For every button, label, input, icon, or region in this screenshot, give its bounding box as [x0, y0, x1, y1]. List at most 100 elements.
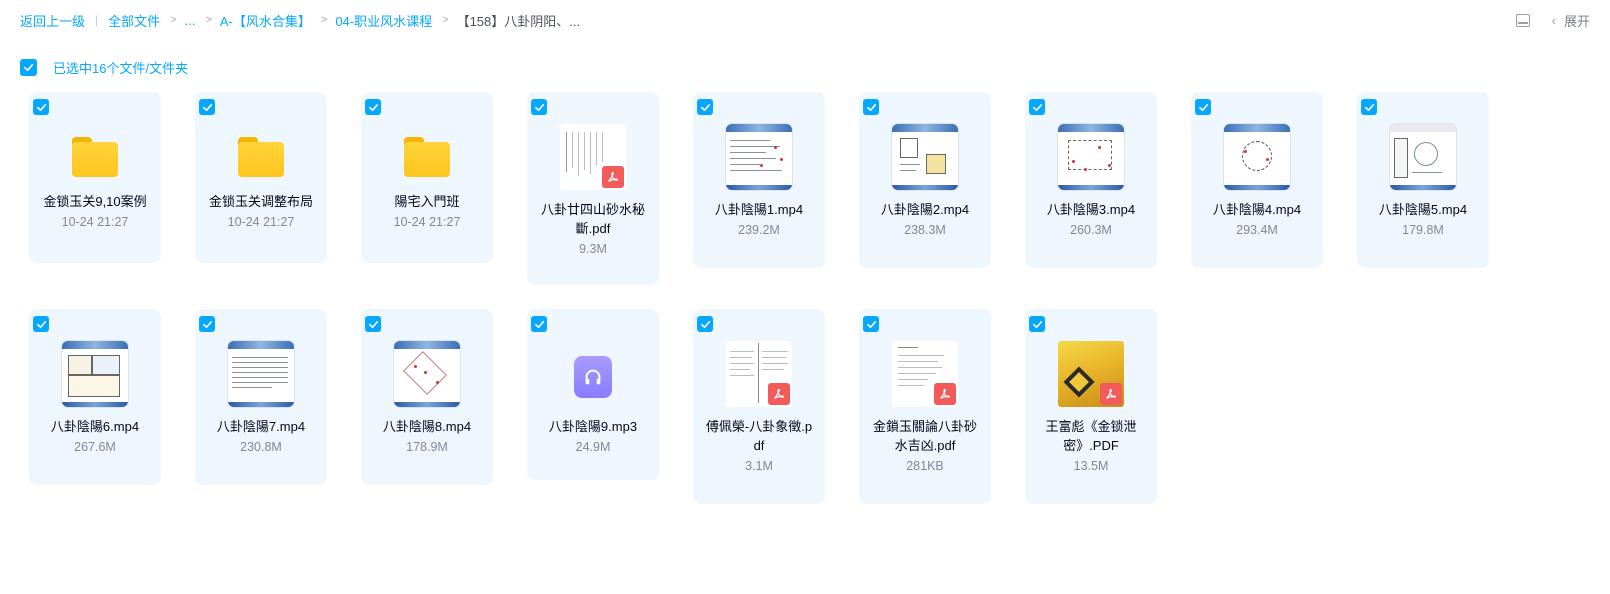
file-name: 八卦陰陽5.mp4: [1378, 202, 1468, 217]
check-icon: [1032, 103, 1042, 111]
expand-button[interactable]: 展开: [1564, 11, 1590, 30]
file-checkbox[interactable]: [1029, 99, 1045, 115]
file-checkbox[interactable]: [531, 316, 547, 332]
video-thumbnail: [890, 122, 960, 192]
pdf-icon: [934, 383, 956, 405]
file-name: 金鎖玉關論八卦砂水吉凶.pdf: [872, 419, 977, 453]
chevron-left-icon[interactable]: ‹: [1552, 13, 1556, 28]
file-card[interactable]: 八卦陰陽4.mp4 293.4M: [1191, 92, 1323, 268]
video-thumbnail: [1056, 122, 1126, 192]
file-checkbox[interactable]: [531, 99, 547, 115]
back-link[interactable]: 返回上一级: [20, 11, 85, 30]
breadcrumb: 返回上一级 | 全部文件 > ... > A-【风水合集】 > 04-职业风水课…: [20, 10, 580, 30]
file-name: 八卦陰陽1.mp4: [714, 202, 804, 217]
file-checkbox[interactable]: [863, 99, 879, 115]
select-all-row: 已选中16个文件/文件夹: [20, 58, 188, 77]
file-name: 陽宅入門班: [394, 194, 460, 209]
file-card[interactable]: 八卦陰陽2.mp4 238.3M: [859, 92, 991, 268]
file-card[interactable]: 金锁玉关调整布局 10-24 21:27: [195, 92, 327, 263]
file-name: 八卦陰陽6.mp4: [50, 419, 140, 434]
breadcrumb-ellipsis[interactable]: ...: [185, 13, 196, 28]
pdf-icon: [602, 166, 624, 188]
file-meta: 267.6M: [74, 440, 116, 454]
pdf-thumbnail: [724, 339, 794, 409]
file-checkbox[interactable]: [863, 316, 879, 332]
file-card[interactable]: 金鎖玉關論八卦砂水吉凶.pdf 281KB: [859, 309, 991, 504]
breadcrumb-all-files[interactable]: 全部文件: [108, 11, 160, 30]
check-icon: [202, 320, 212, 328]
file-name: 八卦陰陽7.mp4: [216, 419, 306, 434]
file-checkbox[interactable]: [33, 316, 49, 332]
file-checkbox[interactable]: [1195, 99, 1211, 115]
check-icon: [368, 320, 378, 328]
check-icon: [36, 320, 46, 328]
file-meta: 9.3M: [579, 242, 607, 256]
headphones-icon: [574, 356, 612, 398]
video-thumbnail: [60, 339, 130, 409]
chevron-right-icon: >: [205, 14, 212, 26]
file-name: 傅佩榮-八卦象徵.pdf: [705, 419, 813, 453]
check-icon: [1032, 320, 1042, 328]
file-name: 八卦陰陽9.mp3: [548, 419, 638, 434]
file-checkbox[interactable]: [33, 99, 49, 115]
file-checkbox[interactable]: [365, 99, 381, 115]
file-name: 王富彪《金锁泄密》.PDF: [1045, 419, 1137, 453]
check-icon: [700, 103, 710, 111]
file-card[interactable]: 八卦陰陽5.mp4 179.8M: [1357, 92, 1489, 268]
file-name: 八卦陰陽3.mp4: [1046, 202, 1136, 217]
file-meta: 281KB: [906, 459, 944, 473]
chevron-right-icon: >: [442, 14, 449, 26]
file-checkbox[interactable]: [1361, 99, 1377, 115]
file-card[interactable]: 八卦陰陽7.mp4 230.8M: [195, 309, 327, 485]
check-icon: [36, 103, 46, 111]
pdf-thumbnail: [558, 122, 628, 192]
file-checkbox[interactable]: [199, 316, 215, 332]
select-all-checkbox[interactable]: [20, 59, 37, 76]
file-name: 金锁玉关调整布局: [208, 194, 313, 209]
file-checkbox[interactable]: [365, 316, 381, 332]
file-checkbox[interactable]: [199, 99, 215, 115]
file-card[interactable]: 八卦陰陽8.mp4 178.9M: [361, 309, 493, 485]
breadcrumb-current: 【158】八卦阴阳、...: [456, 13, 581, 29]
audio-thumbnail: [558, 339, 628, 409]
folder-icon: [226, 132, 296, 182]
breadcrumb-path-2[interactable]: 04-职业风水课程: [335, 11, 432, 30]
check-icon: [24, 63, 34, 72]
file-checkbox[interactable]: [697, 99, 713, 115]
video-thumbnail: [1222, 122, 1292, 192]
file-card[interactable]: 八卦陰陽3.mp4 260.3M: [1025, 92, 1157, 268]
folder-icon: [60, 132, 130, 182]
check-icon: [700, 320, 710, 328]
file-meta: 10-24 21:27: [393, 215, 461, 229]
pdf-thumbnail: [890, 339, 960, 409]
check-icon: [202, 103, 212, 111]
folder-icon: [392, 132, 462, 182]
panel-icon[interactable]: [1515, 13, 1530, 27]
file-card[interactable]: 王富彪《金锁泄密》.PDF 13.5M: [1025, 309, 1157, 504]
file-card[interactable]: 八卦陰陽9.mp3 24.9M: [527, 309, 659, 480]
check-icon: [866, 320, 876, 328]
breadcrumb-divider: |: [95, 13, 99, 27]
video-thumbnail: [226, 339, 296, 409]
file-card[interactable]: 八卦陰陽1.mp4 239.2M: [693, 92, 825, 268]
file-card[interactable]: 八卦陰陽6.mp4 267.6M: [29, 309, 161, 485]
pdf-icon: [768, 383, 790, 405]
file-card[interactable]: 金锁玉关9,10案例 10-24 21:27: [29, 92, 161, 263]
top-right-toolbar: ‹ 展开: [1515, 10, 1590, 30]
file-name: 八卦陰陽4.mp4: [1212, 202, 1302, 217]
file-meta: 179.8M: [1402, 223, 1444, 237]
breadcrumb-path-1[interactable]: A-【风水合集】: [220, 11, 311, 30]
file-grid: 金锁玉关9,10案例 10-24 21:27 金锁玉关调整布局 10-24 21…: [29, 92, 1509, 504]
file-card[interactable]: 傅佩榮-八卦象徵.pdf 3.1M: [693, 309, 825, 504]
file-checkbox[interactable]: [697, 316, 713, 332]
file-checkbox[interactable]: [1029, 316, 1045, 332]
file-meta: 24.9M: [575, 440, 611, 454]
file-meta: 10-24 21:27: [227, 215, 295, 229]
file-card[interactable]: 陽宅入門班 10-24 21:27: [361, 92, 493, 263]
check-icon: [534, 103, 544, 111]
check-icon: [368, 103, 378, 111]
file-meta: 260.3M: [1070, 223, 1112, 237]
video-thumbnail: [1388, 122, 1458, 192]
file-card[interactable]: 八卦廿四山砂水秘斷.pdf 9.3M: [527, 92, 659, 285]
video-thumbnail: [392, 339, 462, 409]
